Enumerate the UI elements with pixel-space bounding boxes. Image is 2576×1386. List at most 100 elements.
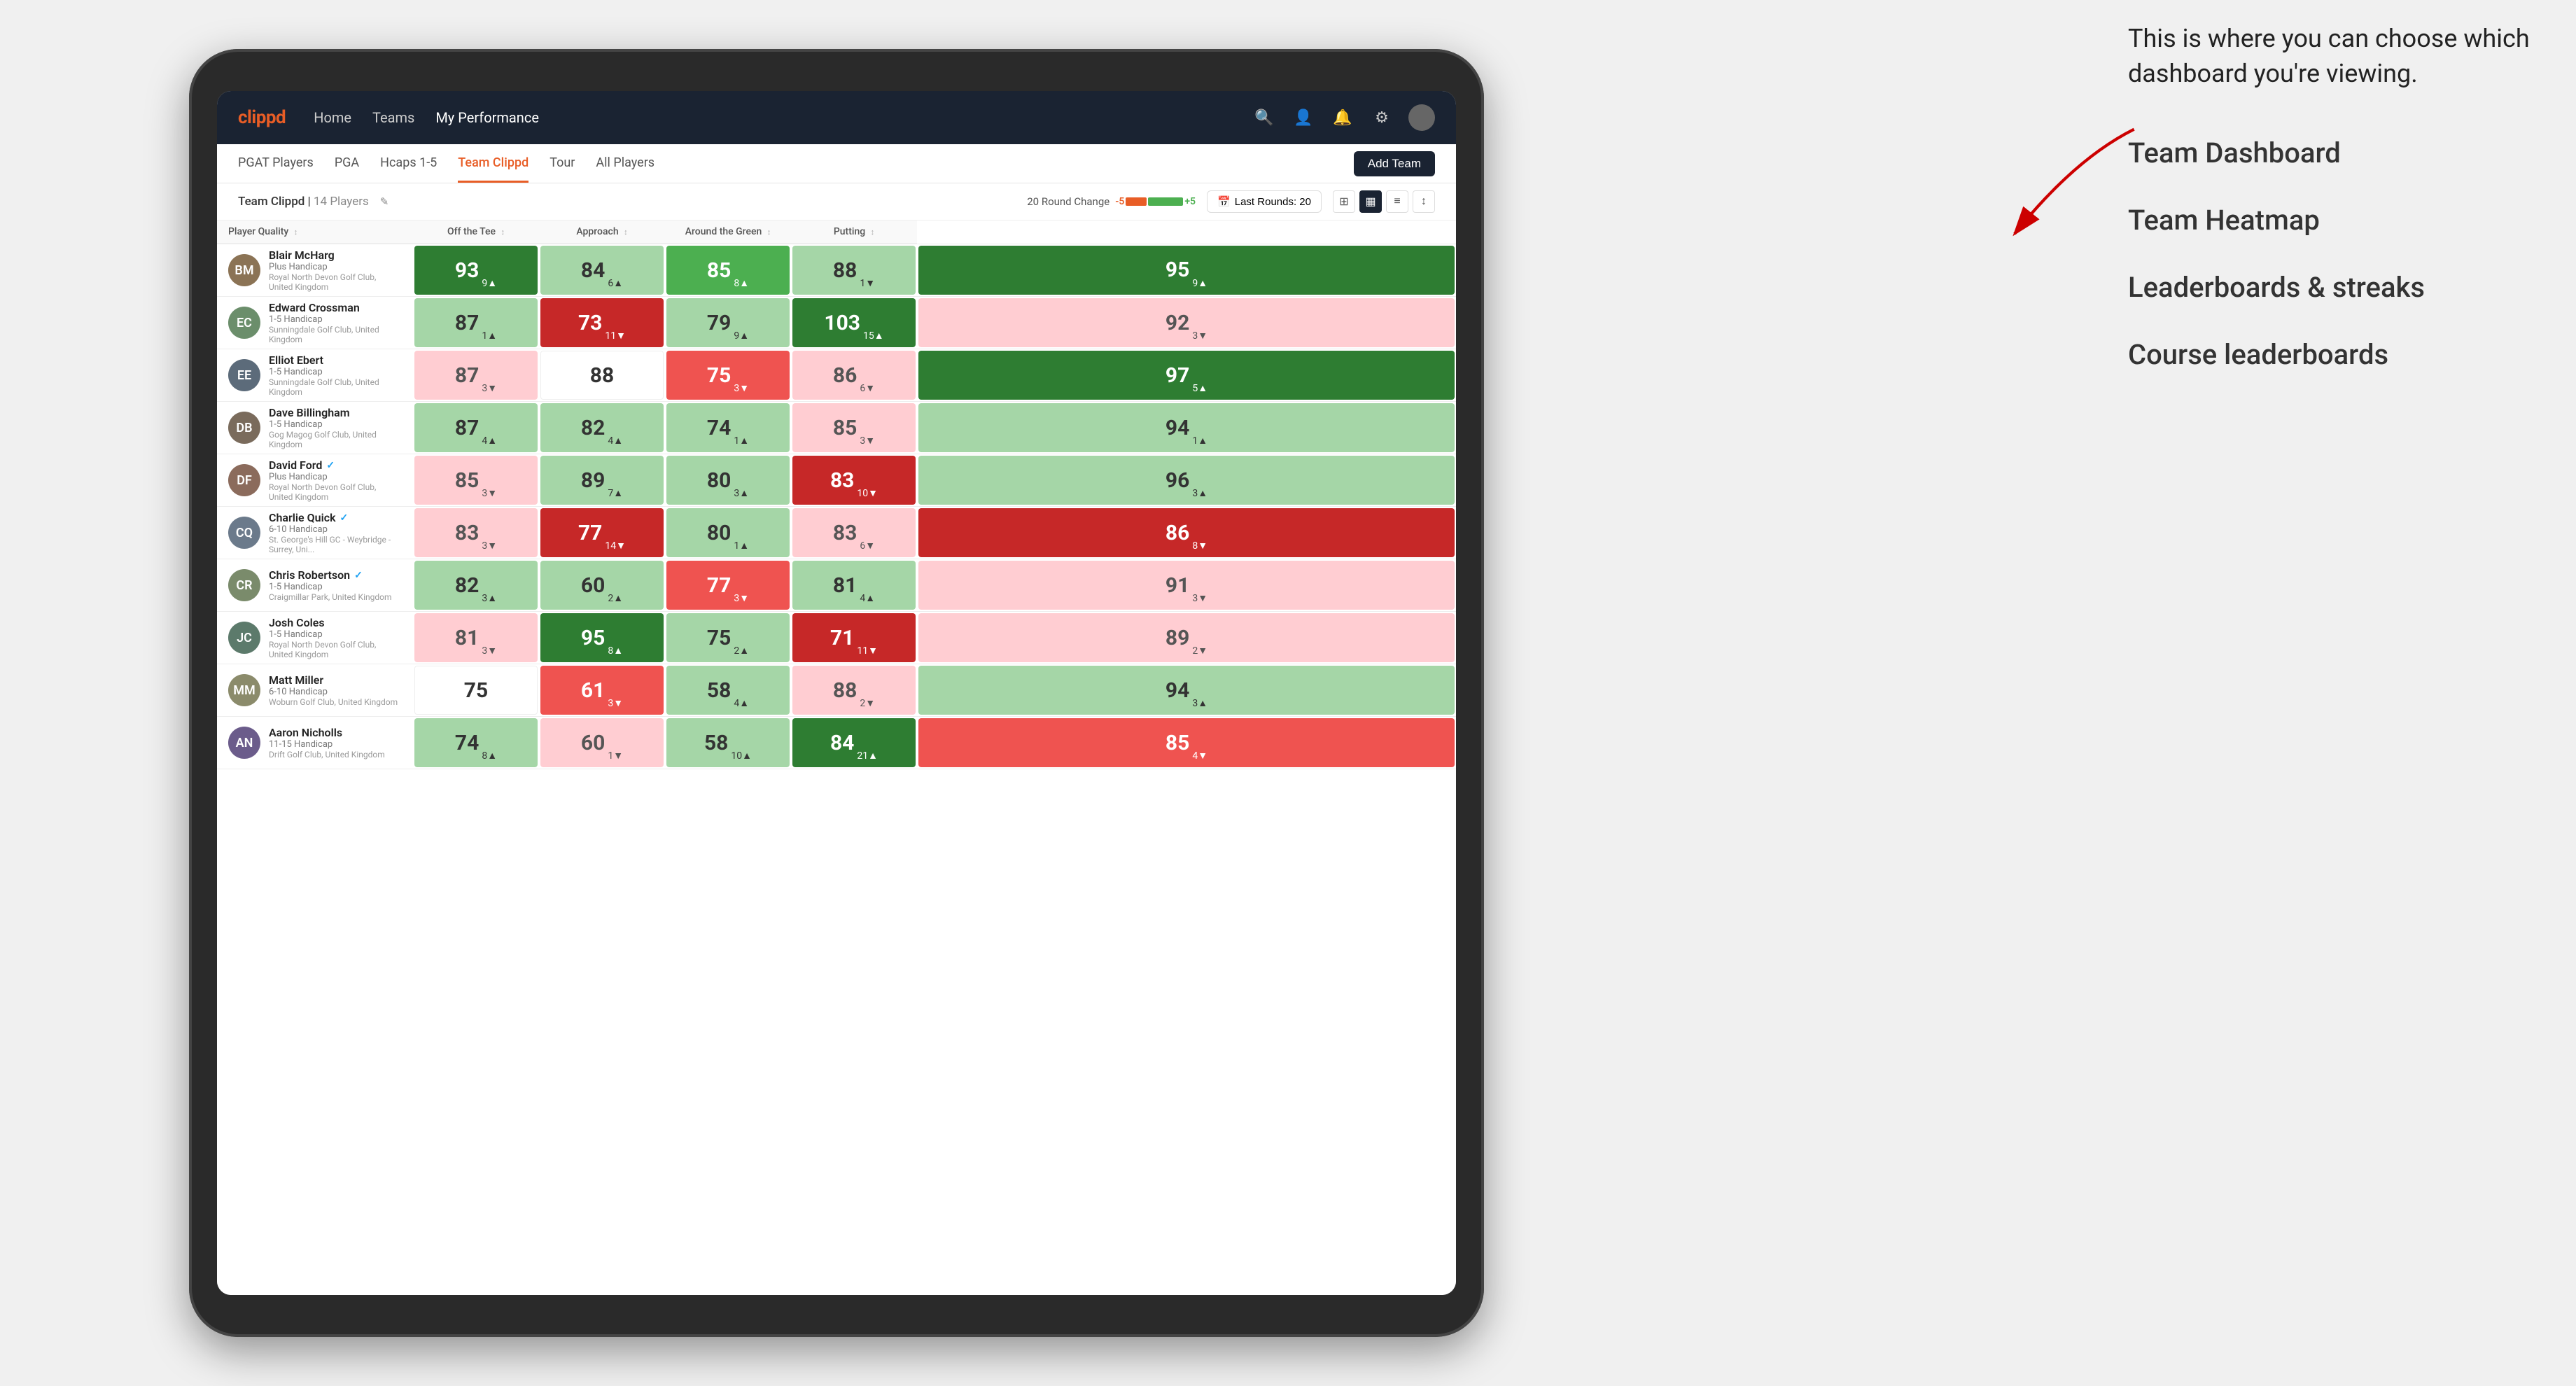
col-header-approach[interactable]: Approach ↕ [539, 220, 665, 244]
score-cell-3: 882 [791, 664, 917, 717]
score-cell-3: 8421 [791, 717, 917, 769]
edit-icon[interactable]: ✎ [380, 195, 389, 208]
col-header-tee[interactable]: Off the Tee ↕ [413, 220, 539, 244]
table-row[interactable]: EEElliot Ebert1-5 HandicapSunningdale Go… [217, 349, 1456, 402]
score-number: 82 [455, 573, 479, 598]
table-row[interactable]: BMBlair McHargPlus HandicapRoyal North D… [217, 244, 1456, 297]
tab-tour[interactable]: Tour [550, 144, 575, 183]
score-cell-2: 801 [665, 507, 791, 559]
filter-button[interactable]: ↕ [1413, 190, 1435, 213]
score-cell-2: 799 [665, 297, 791, 349]
score-cell-4: 975 [917, 349, 1456, 402]
score-cell-0: 813 [413, 612, 539, 664]
player-handicap: 1-5 Handicap [269, 367, 402, 377]
nav-logo: clippd [238, 107, 286, 128]
player-cell-7: JCJosh Coles1-5 HandicapRoyal North Devo… [217, 612, 413, 664]
tab-team-clippd[interactable]: Team Clippd [458, 144, 528, 183]
score-change: 8 [734, 277, 749, 289]
player-name[interactable]: Edward Crossman [269, 301, 402, 314]
score-change: 1 [734, 435, 749, 447]
sub-nav-links: PGAT Players PGA Hcaps 1-5 Team Clippd T… [238, 144, 654, 183]
score-change: 6 [860, 540, 875, 552]
score-change: 3 [1192, 697, 1208, 709]
table-row[interactable]: DFDavid Ford✓Plus HandicapRoyal North De… [217, 454, 1456, 507]
tab-pgat[interactable]: PGAT Players [238, 144, 314, 183]
table-row[interactable]: ANAaron Nicholls11-15 HandicapDrift Golf… [217, 717, 1456, 769]
tab-all-players[interactable]: All Players [596, 144, 654, 183]
score-number: 96 [1166, 468, 1189, 493]
score-cell-1: 7714 [539, 507, 665, 559]
player-avatar: MM [228, 674, 260, 706]
player-avatar: JC [228, 622, 260, 654]
player-name[interactable]: Matt Miller [269, 673, 402, 687]
change-bar: -5 +5 [1115, 196, 1196, 207]
score-number: 87 [455, 311, 479, 335]
player-club: Craigmillar Park, United Kingdom [269, 592, 402, 602]
annotation-text: This is where you can choose which dashb… [2128, 21, 2534, 92]
list-view-button[interactable]: ≡ [1386, 190, 1408, 213]
settings-icon[interactable]: ⚙ [1369, 105, 1394, 130]
sort-icon-approach: ↕ [624, 227, 628, 237]
heatmap-view-button[interactable]: ▦ [1359, 190, 1382, 213]
score-number: 75 [707, 626, 731, 650]
score-cell-3: 10315 [791, 297, 917, 349]
score-cell-0: 873 [413, 349, 539, 402]
grid-view-button[interactable]: ⊞ [1333, 190, 1355, 213]
last-rounds-button[interactable]: 📅 Last Rounds: 20 [1207, 190, 1322, 213]
sort-icon-putting: ↕ [871, 227, 875, 237]
annotation-item-2: Leaderboards & streaks [2128, 268, 2534, 307]
tab-pga[interactable]: PGA [335, 144, 359, 183]
dashboard-arrow [1925, 112, 2149, 266]
col-header-player[interactable]: Player Quality ↕ [217, 220, 413, 244]
player-handicap: 1-5 Handicap [269, 629, 402, 640]
table-row[interactable]: MMMatt Miller6-10 HandicapWoburn Golf Cl… [217, 664, 1456, 717]
last-rounds-label: Last Rounds: 20 [1235, 196, 1311, 208]
player-cell-6: CRChris Robertson✓1-5 HandicapCraigmilla… [217, 559, 413, 612]
score-change: 2 [608, 592, 623, 604]
profile-icon[interactable]: 👤 [1291, 105, 1316, 130]
score-change: 11 [605, 330, 626, 342]
score-cell-1: 613 [539, 664, 665, 717]
player-name[interactable]: Josh Coles [269, 616, 402, 629]
score-change: 9 [734, 330, 749, 342]
player-avatar: CQ [228, 517, 260, 549]
score-number: 74 [455, 731, 479, 755]
player-rows: BMBlair McHargPlus HandicapRoyal North D… [217, 244, 1456, 769]
table-row[interactable]: JCJosh Coles1-5 HandicapRoyal North Devo… [217, 612, 1456, 664]
table-row[interactable]: ECEdward Crossman1-5 HandicapSunningdale… [217, 297, 1456, 349]
col-header-green[interactable]: Around the Green ↕ [665, 220, 791, 244]
player-name[interactable]: Aaron Nicholls [269, 726, 402, 739]
score-number: 89 [581, 468, 605, 493]
player-name[interactable]: Blair McHarg [269, 248, 402, 262]
player-club: Woburn Golf Club, United Kingdom [269, 697, 402, 707]
sub-nav: PGAT Players PGA Hcaps 1-5 Team Clippd T… [217, 144, 1456, 183]
player-name[interactable]: Charlie Quick✓ [269, 511, 402, 524]
table-row[interactable]: CRChris Robertson✓1-5 HandicapCraigmilla… [217, 559, 1456, 612]
score-number: 85 [455, 468, 479, 493]
score-change: 3 [482, 382, 497, 394]
nav-myperformance[interactable]: My Performance [435, 106, 539, 129]
score-change: 6 [608, 277, 623, 289]
player-name[interactable]: Dave Billingham [269, 406, 402, 419]
player-name[interactable]: David Ford✓ [269, 458, 402, 472]
player-name[interactable]: Elliot Ebert [269, 354, 402, 367]
player-handicap: 1-5 Handicap [269, 582, 402, 592]
add-team-button[interactable]: Add Team [1354, 151, 1435, 176]
score-change: 4 [860, 592, 875, 604]
player-name[interactable]: Chris Robertson✓ [269, 568, 402, 582]
search-icon[interactable]: 🔍 [1252, 105, 1277, 130]
score-change: 10 [731, 750, 752, 762]
score-cell-2: 5810 [665, 717, 791, 769]
score-cell-1: 601 [539, 717, 665, 769]
nav-teams[interactable]: Teams [372, 106, 414, 129]
notification-icon[interactable]: 🔔 [1330, 105, 1355, 130]
table-row[interactable]: CQCharlie Quick✓6-10 HandicapSt. George'… [217, 507, 1456, 559]
score-cell-3: 814 [791, 559, 917, 612]
score-number: 89 [1166, 626, 1189, 650]
tab-hcaps[interactable]: Hcaps 1-5 [380, 144, 437, 183]
table-row[interactable]: DBDave Billingham1-5 HandicapGog Magog G… [217, 402, 1456, 454]
score-cell-4: 892 [917, 612, 1456, 664]
nav-home[interactable]: Home [314, 106, 351, 129]
avatar[interactable] [1408, 104, 1435, 131]
col-header-putting[interactable]: Putting ↕ [791, 220, 917, 244]
